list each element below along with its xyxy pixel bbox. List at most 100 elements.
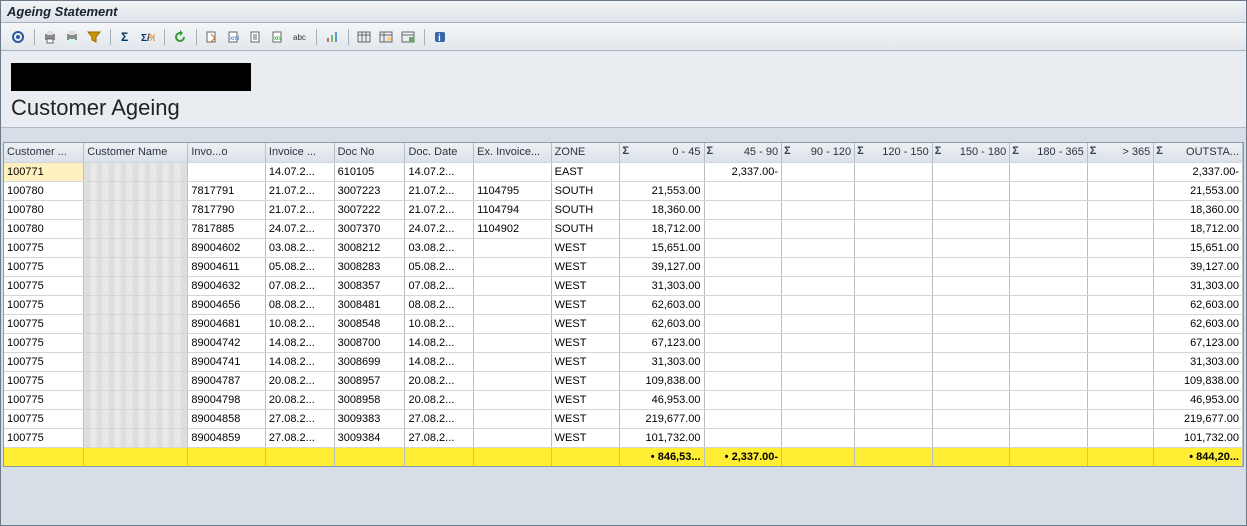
cell-b5[interactable] <box>1010 371 1088 390</box>
cell-b6[interactable] <box>1087 257 1153 276</box>
cell-b6[interactable] <box>1087 181 1153 200</box>
cell-exinv[interactable] <box>474 409 552 428</box>
cell-cname[interactable] <box>84 257 188 276</box>
cell-b0[interactable]: 46,953.00 <box>620 390 704 409</box>
cell-docno[interactable]: 3008548 <box>334 314 405 333</box>
export-txt-button[interactable] <box>245 27 267 47</box>
cell-out[interactable]: 109,838.00 <box>1154 371 1243 390</box>
col-header-b1[interactable]: Σ45 - 90 <box>704 143 782 162</box>
cell-cust[interactable]: 100780 <box>4 219 84 238</box>
cell-docno[interactable]: 3008357 <box>334 276 405 295</box>
subtotal-button[interactable]: Σ/% <box>137 27 159 47</box>
col-header-cname[interactable]: Customer Name <box>84 143 188 162</box>
cell-b1[interactable] <box>704 200 782 219</box>
cell-b3[interactable] <box>855 371 933 390</box>
cell-b2[interactable] <box>782 314 855 333</box>
cell-b1[interactable] <box>704 238 782 257</box>
cell-docno[interactable]: 3008699 <box>334 352 405 371</box>
cell-cust[interactable]: 100780 <box>4 200 84 219</box>
cell-b4[interactable] <box>932 219 1010 238</box>
print-button[interactable] <box>39 27 61 47</box>
cell-cname[interactable] <box>84 200 188 219</box>
cell-zone[interactable]: WEST <box>551 371 620 390</box>
cell-invd[interactable]: 27.08.2... <box>265 428 334 447</box>
cell-b5[interactable] <box>1010 219 1088 238</box>
table-row[interactable]: 1007758900485827.08.2...300938327.08.2..… <box>4 409 1243 428</box>
cell-cust[interactable]: 100775 <box>4 238 84 257</box>
cell-b6[interactable] <box>1087 295 1153 314</box>
cell-b3[interactable] <box>855 352 933 371</box>
refresh-button[interactable] <box>169 27 191 47</box>
cell-b5[interactable] <box>1010 200 1088 219</box>
table-row[interactable]: 1007758900478720.08.2...300895720.08.2..… <box>4 371 1243 390</box>
cell-exinv[interactable] <box>474 352 552 371</box>
cell-b3[interactable] <box>855 314 933 333</box>
cell-exinv[interactable]: 1104795 <box>474 181 552 200</box>
cell-b3[interactable] <box>855 200 933 219</box>
cell-b4[interactable] <box>932 181 1010 200</box>
alv-grid[interactable]: Customer ...Customer NameInvo...oInvoice… <box>3 142 1244 467</box>
cell-b4[interactable] <box>932 200 1010 219</box>
cell-b1[interactable] <box>704 257 782 276</box>
cell-b1[interactable] <box>704 428 782 447</box>
cell-docno[interactable]: 610105 <box>334 162 405 181</box>
cell-invd[interactable]: 07.08.2... <box>265 276 334 295</box>
cell-docd[interactable]: 20.08.2... <box>405 390 474 409</box>
cell-b2[interactable] <box>782 257 855 276</box>
cell-cname[interactable] <box>84 181 188 200</box>
cell-exinv[interactable] <box>474 428 552 447</box>
col-header-invno[interactable]: Invo...o <box>188 143 266 162</box>
col-header-cust[interactable]: Customer ... <box>4 143 84 162</box>
cell-b1[interactable] <box>704 314 782 333</box>
cell-b6[interactable] <box>1087 352 1153 371</box>
cell-b0[interactable] <box>620 162 704 181</box>
cell-invno[interactable] <box>188 162 266 181</box>
cell-exinv[interactable] <box>474 314 552 333</box>
cell-b4[interactable] <box>932 333 1010 352</box>
cell-exinv[interactable] <box>474 333 552 352</box>
table-row[interactable]: 1007758900479820.08.2...300895820.08.2..… <box>4 390 1243 409</box>
cell-b6[interactable] <box>1087 219 1153 238</box>
cell-docno[interactable]: 3007223 <box>334 181 405 200</box>
cell-exinv[interactable] <box>474 162 552 181</box>
table-row[interactable]: 1007758900463207.08.2...300835707.08.2..… <box>4 276 1243 295</box>
cell-b6[interactable] <box>1087 333 1153 352</box>
cell-docd[interactable]: 21.07.2... <box>405 200 474 219</box>
cell-docd[interactable]: 14.07.2... <box>405 162 474 181</box>
cell-b4[interactable] <box>932 295 1010 314</box>
cell-b1[interactable] <box>704 390 782 409</box>
cell-docno[interactable]: 3008957 <box>334 371 405 390</box>
cell-exinv[interactable] <box>474 238 552 257</box>
col-header-zone[interactable]: ZONE <box>551 143 620 162</box>
cell-b4[interactable] <box>932 257 1010 276</box>
cell-b2[interactable] <box>782 409 855 428</box>
cell-b2[interactable] <box>782 238 855 257</box>
cell-zone[interactable]: WEST <box>551 409 620 428</box>
cell-b6[interactable] <box>1087 162 1153 181</box>
cell-zone[interactable]: WEST <box>551 276 620 295</box>
cell-out[interactable]: 101,732.00 <box>1154 428 1243 447</box>
col-header-b4[interactable]: Σ150 - 180 <box>932 143 1010 162</box>
cell-b3[interactable] <box>855 257 933 276</box>
cell-b0[interactable]: 18,360.00 <box>620 200 704 219</box>
cell-b3[interactable] <box>855 409 933 428</box>
cell-docd[interactable]: 03.08.2... <box>405 238 474 257</box>
cell-b5[interactable] <box>1010 257 1088 276</box>
cell-b6[interactable] <box>1087 390 1153 409</box>
table-row[interactable]: 1007758900460203.08.2...300821203.08.2..… <box>4 238 1243 257</box>
cell-zone[interactable]: WEST <box>551 314 620 333</box>
cell-docd[interactable]: 07.08.2... <box>405 276 474 295</box>
cell-cname[interactable] <box>84 314 188 333</box>
cell-b1[interactable]: 2,337.00- <box>704 162 782 181</box>
cell-cname[interactable] <box>84 409 188 428</box>
cell-cname[interactable] <box>84 333 188 352</box>
cell-docd[interactable]: 14.08.2... <box>405 352 474 371</box>
cell-docno[interactable]: 3007222 <box>334 200 405 219</box>
cell-b6[interactable] <box>1087 409 1153 428</box>
cell-b3[interactable] <box>855 238 933 257</box>
cell-b6[interactable] <box>1087 428 1153 447</box>
cell-cust[interactable]: 100775 <box>4 352 84 371</box>
cell-cname[interactable] <box>84 371 188 390</box>
cell-docd[interactable]: 24.07.2... <box>405 219 474 238</box>
cell-cust[interactable]: 100775 <box>4 276 84 295</box>
